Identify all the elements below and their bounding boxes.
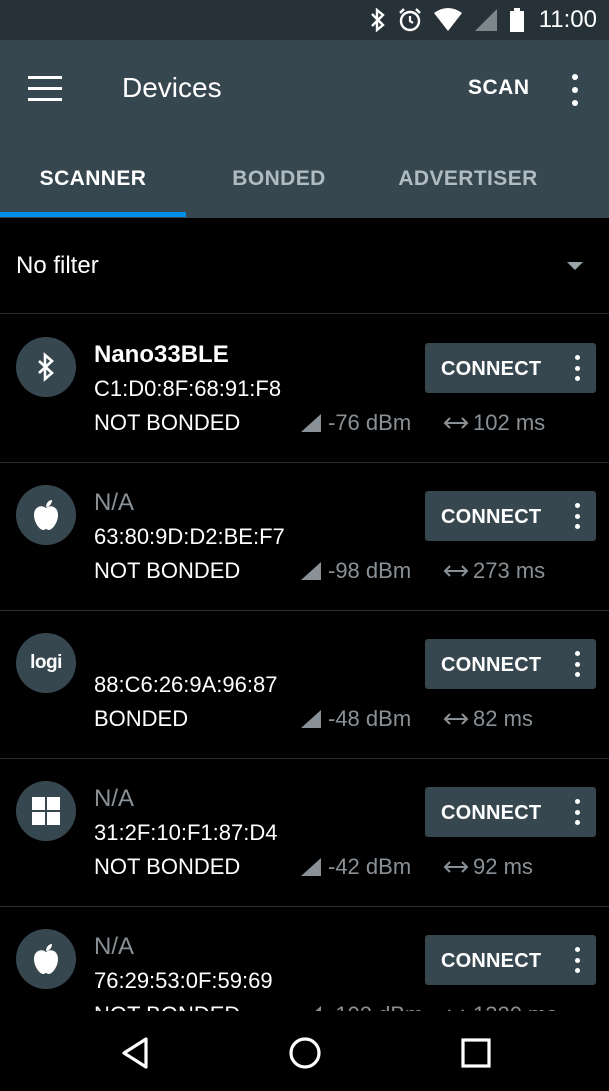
advertising-interval: 102 ms [443,410,545,436]
more-vert-icon[interactable] [571,503,583,529]
home-icon[interactable] [285,1033,325,1073]
windows-icon [16,781,76,841]
interval-arrows-icon [443,713,469,725]
dropdown-arrow-icon [567,262,583,270]
signal-strength-icon [301,710,321,728]
interval-text: 92 ms [473,854,533,879]
rssi-text: -76 dBm [328,410,412,435]
bluetooth-icon [16,337,76,397]
rssi-value: -48 dBm [300,706,411,732]
cell-signal-icon [474,9,497,31]
more-vert-icon[interactable] [571,799,583,825]
rssi-text: -42 dBm [328,854,412,879]
interval-arrows-icon [443,565,469,577]
device-name: Nano33BLE [94,341,229,368]
wifi-icon [433,8,462,31]
device-row[interactable]: N/A 76:29:53:0F:59:69 NOT BONDED -102 dB… [0,907,609,1011]
rssi-value: -42 dBm [300,854,411,880]
hamburger-menu-icon[interactable] [28,76,62,102]
alarm-icon [398,8,421,32]
app-bar: Devices SCAN [0,40,609,140]
bond-status: NOT BONDED [94,854,241,879]
tab-advertiser[interactable]: ADVERTISER [372,140,564,218]
interval-arrows-icon [443,417,469,429]
device-address: 76:29:53:0F:59:69 [94,968,273,993]
signal-strength-icon [301,562,321,580]
more-vert-icon[interactable] [571,651,583,677]
signal-strength-icon [301,858,321,876]
more-vert-icon[interactable] [571,355,583,381]
interval-arrows-icon [443,861,469,873]
bond-status: NOT BONDED [94,410,241,435]
tab-indicator [0,212,186,217]
system-nav-bar [0,1011,609,1091]
device-address: 88:C6:26:9A:96:87 [94,672,278,697]
device-address: C1:D0:8F:68:91:F8 [94,376,282,401]
tab-scanner[interactable]: SCANNER [0,140,186,218]
connect-label: CONNECT [441,802,542,824]
device-address: 31:2F:10:F1:87:D4 [94,820,278,845]
bluetooth-icon [370,7,385,33]
connect-label: CONNECT [441,358,542,380]
rssi-value: -76 dBm [300,410,411,436]
advertising-interval: 82 ms [443,706,533,732]
rssi-value: -98 dBm [300,558,411,584]
bond-status: NOT BONDED [94,558,241,583]
interval-text: 273 ms [473,558,546,583]
connect-label: CONNECT [441,654,542,676]
filter-dropdown[interactable]: No filter [0,218,609,314]
filter-label: No filter [16,252,99,279]
device-list: Nano33BLE C1:D0:8F:68:91:F8 NOT BONDED -… [0,315,609,1011]
interval-text: 102 ms [473,410,546,435]
recents-icon[interactable] [456,1033,496,1073]
interval-text: 82 ms [473,706,533,731]
connect-button[interactable]: CONNECT [425,343,596,393]
connect-button[interactable]: CONNECT [425,935,596,985]
connect-label: CONNECT [441,506,542,528]
rssi-text: -98 dBm [328,558,412,583]
apple-icon [16,929,76,989]
device-row[interactable]: N/A 31:2F:10:F1:87:D4 NOT BONDED -42 dBm… [0,759,609,907]
device-row[interactable]: Nano33BLE C1:D0:8F:68:91:F8 NOT BONDED -… [0,315,609,463]
battery-icon [509,8,524,32]
logi-logo-text: logi [30,652,62,673]
rssi-value: -102 dBm [300,1002,423,1011]
device-row[interactable]: logi 88:C6:26:9A:96:87 BONDED -48 dBm 82… [0,611,609,759]
tab-bar: SCANNER BONDED ADVERTISER [0,140,609,218]
more-vert-icon[interactable] [571,947,583,973]
clock: 11:00 [538,6,597,33]
device-name: N/A [94,785,135,812]
tab-bonded[interactable]: BONDED [186,140,372,218]
connect-button[interactable]: CONNECT [425,787,596,837]
more-vert-icon[interactable] [565,74,585,106]
signal-strength-icon [301,414,321,432]
advertising-interval: 1320 ms [443,1002,557,1011]
connect-label: CONNECT [441,950,542,972]
connect-button[interactable]: CONNECT [425,491,596,541]
device-name: N/A [94,489,135,516]
scan-button[interactable]: SCAN [468,76,530,100]
connect-button[interactable]: CONNECT [425,639,596,689]
rssi-text: -48 dBm [328,706,412,731]
advertising-interval: 92 ms [443,854,533,880]
page-title: Devices [122,72,222,103]
status-bar: 11:00 [0,0,609,40]
apple-icon [16,485,76,545]
interval-text: 1320 ms [473,1002,557,1011]
advertising-interval: 273 ms [443,558,545,584]
back-icon[interactable] [116,1033,156,1073]
device-address: 63:80:9D:D2:BE:F7 [94,524,285,549]
bond-status: BONDED [94,706,189,731]
device-row[interactable]: N/A 63:80:9D:D2:BE:F7 NOT BONDED -98 dBm… [0,463,609,611]
device-name: N/A [94,933,135,960]
logi-icon: logi [16,633,76,693]
rssi-text: -102 dBm [328,1002,423,1011]
bond-status: NOT BONDED [94,1002,240,1011]
